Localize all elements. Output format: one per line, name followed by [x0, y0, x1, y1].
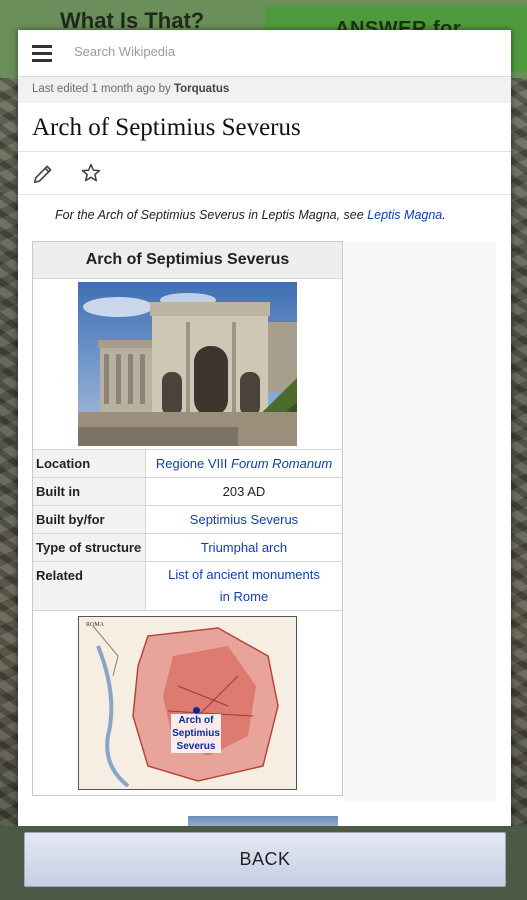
hatnote-link[interactable]: Leptis Magna — [367, 208, 442, 222]
star-icon[interactable] — [80, 162, 102, 184]
infobox: Arch of Septimius Severus Location Regio… — [32, 241, 343, 796]
hatnote: For the Arch of Septimius Severus in Lep… — [55, 208, 446, 222]
content-margin — [344, 241, 496, 801]
search-input[interactable] — [72, 43, 376, 60]
infobox-row: Type of structure Triumphal arch — [33, 534, 342, 562]
page-title: Arch of Septimius Severus — [32, 114, 301, 141]
last-edited-text: Last edited 1 month ago by — [32, 83, 174, 95]
last-edited-user[interactable]: Torquatus — [174, 83, 229, 95]
infobox-value: List of ancient monuments in Rome — [146, 562, 342, 610]
arch-photo[interactable] — [78, 282, 297, 446]
infobox-label: Type of structure — [33, 534, 146, 561]
wiki-topbar — [18, 30, 511, 77]
infobox-label: Related — [33, 562, 146, 610]
divider — [18, 151, 511, 152]
map-label: Arch of Septimius Severus — [171, 714, 221, 753]
wikipedia-dialog: Last edited 1 month ago by Torquatus Arc… — [18, 30, 511, 830]
svg-text:ROMA: ROMA — [86, 622, 105, 628]
back-button[interactable]: BACK — [24, 832, 506, 887]
infobox-label: Built by/for — [33, 506, 146, 533]
infobox-row: Related List of ancient monuments in Rom… — [33, 562, 342, 611]
location-link[interactable]: Regione VIII — [156, 456, 228, 471]
infobox-value: Regione VIII Forum Romanum — [146, 450, 342, 477]
infobox-map-cell: ROMA Arch of Septimius Severus — [33, 611, 342, 795]
last-edited-bar[interactable]: Last edited 1 month ago by Torquatus — [18, 77, 511, 103]
infobox-value: Septimius Severus — [146, 506, 342, 533]
forum-romanum-link[interactable]: Forum Romanum — [231, 456, 332, 471]
infobox-photo-cell — [33, 279, 342, 450]
infobox-row: Location Regione VIII Forum Romanum — [33, 450, 342, 478]
location-map[interactable]: ROMA — [78, 616, 297, 790]
infobox-value: 203 AD — [146, 478, 342, 505]
infobox-title: Arch of Septimius Severus — [33, 242, 342, 279]
infobox-label: Built in — [33, 478, 146, 505]
divider — [18, 194, 511, 195]
infobox-value: Triumphal arch — [146, 534, 342, 561]
related-link[interactable]: List of ancient monuments in Rome — [168, 567, 320, 604]
infobox-row: Built by/for Septimius Severus — [33, 506, 342, 534]
infobox-label: Location — [33, 450, 146, 477]
pencil-icon[interactable] — [32, 163, 54, 185]
hamburger-menu-icon[interactable] — [32, 45, 52, 62]
builder-link[interactable]: Septimius Severus — [190, 512, 298, 527]
structure-type-link[interactable]: Triumphal arch — [201, 540, 287, 555]
location-marker-icon — [193, 707, 200, 714]
infobox-row: Built in 203 AD — [33, 478, 342, 506]
